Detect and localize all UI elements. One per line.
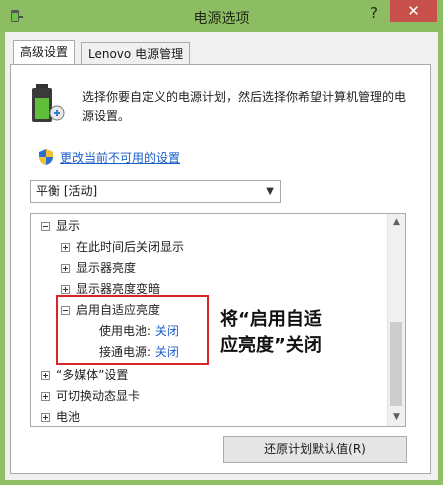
scroll-up-icon[interactable]: ▲ [388, 214, 405, 231]
expand-icon[interactable] [41, 392, 50, 401]
on-battery-value[interactable]: 关闭 [155, 324, 179, 338]
scrollbar-thumb[interactable] [390, 322, 402, 406]
help-button[interactable]: ? [360, 2, 388, 24]
annotation-line-2: 应亮度”关闭 [220, 335, 322, 356]
tree-item-switchable-graphics[interactable]: 可切换动态显卡 [41, 386, 140, 406]
expand-icon[interactable] [61, 243, 70, 252]
power-plan-select[interactable]: 平衡 [活动] ▼ [30, 180, 281, 203]
change-unavailable-settings-link[interactable]: 更改当前不可用的设置 [60, 149, 180, 166]
plan-description: 选择你要自定义的电源计划，然后选择你希望计算机管理的电源设置。 [82, 90, 407, 123]
expand-icon[interactable] [61, 285, 70, 294]
tree-item-battery[interactable]: 电池 [41, 407, 80, 426]
collapse-icon[interactable] [41, 222, 50, 231]
plugged-in-value[interactable]: 关闭 [155, 345, 179, 359]
power-plan-select-value: 平衡 [活动] [36, 184, 98, 198]
tab-lenovo-power-management[interactable]: Lenovo 电源管理 [81, 42, 191, 64]
tree-item-on-battery[interactable]: 使用电池: 关闭 [99, 321, 179, 341]
restore-defaults-button[interactable]: 还原计划默认值(R) [223, 436, 407, 463]
tab-advanced-settings[interactable]: 高级设置 [13, 40, 76, 64]
expand-icon[interactable] [41, 413, 50, 422]
tree-scrollbar[interactable]: ▲ ▼ [387, 214, 405, 426]
battery-icon [32, 84, 65, 122]
tree-item-turn-off-display[interactable]: 在此时间后关闭显示 [61, 237, 184, 257]
scroll-down-icon[interactable]: ▼ [388, 409, 405, 426]
expand-icon[interactable] [61, 264, 70, 273]
uac-shield-icon [39, 149, 53, 165]
tree-item-display[interactable]: 显示 [41, 216, 80, 236]
power-options-window: 电源选项 ? ✕ 高级设置 Lenovo 电源管理 选择你要自定义的电源计划，然… [0, 0, 443, 485]
close-button[interactable]: ✕ [390, 0, 437, 22]
tree-item-display-brightness[interactable]: 显示器亮度 [61, 258, 136, 278]
annotation-text: 将“启用自适 应亮度”关闭 [220, 307, 370, 359]
tree-item-dimmed-brightness[interactable]: 显示器亮度变暗 [61, 279, 160, 299]
annotation-line-1: 将“启用自适 [220, 309, 322, 330]
tree-item-adaptive-brightness[interactable]: 启用自适应亮度 [61, 300, 160, 320]
tree-item-multimedia[interactable]: “多媒体”设置 [41, 365, 128, 385]
collapse-icon[interactable] [61, 306, 70, 315]
tree-item-plugged-in[interactable]: 接通电源: 关闭 [99, 342, 179, 362]
expand-icon[interactable] [41, 371, 50, 380]
chevron-down-icon: ▼ [266, 186, 274, 197]
title-bar: 电源选项 ? ✕ [0, 0, 443, 32]
